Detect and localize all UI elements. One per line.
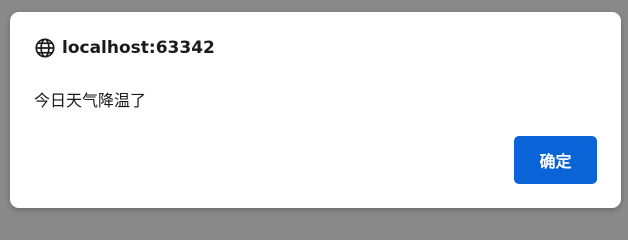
globe-icon: [34, 37, 56, 59]
dialog-title: localhost:63342: [62, 38, 215, 58]
ok-button[interactable]: 确定: [514, 136, 597, 184]
dialog-header: localhost:63342: [34, 37, 215, 59]
alert-dialog: localhost:63342 今日天气降温了 确定: [10, 12, 621, 208]
dialog-message: 今日天气降温了: [34, 91, 147, 110]
